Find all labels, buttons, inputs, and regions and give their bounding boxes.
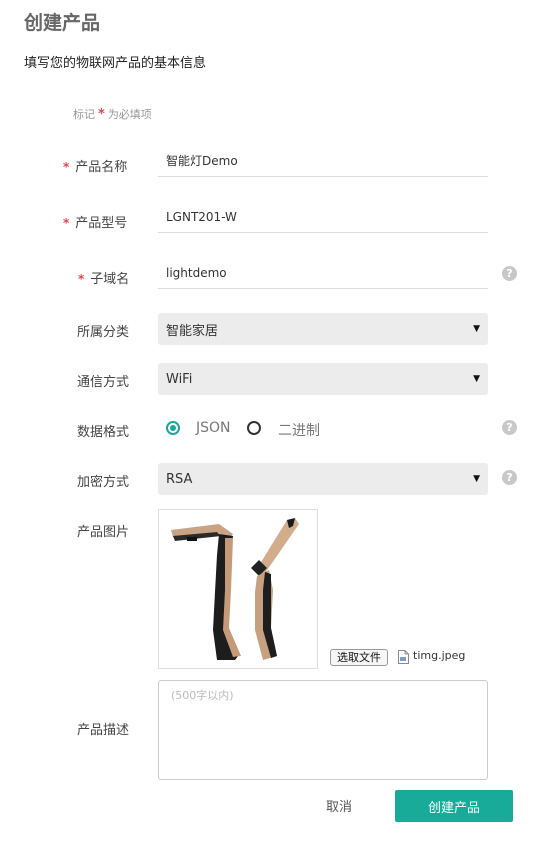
product-image-label: 产品图片: [77, 525, 130, 540]
required-star-icon: *: [78, 272, 85, 286]
communication-select[interactable]: WiFi ▼: [158, 363, 488, 395]
category-select[interactable]: 智能家居 ▼: [158, 313, 488, 345]
description-label: 产品描述: [77, 723, 130, 738]
caret-down-icon: ▼: [473, 324, 480, 334]
encryption-label: 加密方式: [77, 475, 130, 490]
radio-json-label[interactable]: JSON: [196, 420, 231, 436]
product-model-input[interactable]: [158, 201, 488, 233]
subdomain-label-text: 子域名: [90, 272, 130, 287]
required-note-suffix: 为必填项: [107, 108, 152, 121]
data-format-label: 数据格式: [77, 425, 130, 440]
category-label: 所属分类: [77, 325, 130, 340]
required-note-prefix: 标记: [73, 108, 95, 121]
create-product-button[interactable]: 创建产品: [395, 790, 513, 822]
encryption-selected-value: RSA: [166, 471, 193, 487]
page-subtitle: 填写您的物联网产品的基本信息: [24, 56, 207, 71]
selected-file-name: timg.jpeg: [413, 649, 466, 662]
choose-file-button[interactable]: 选取文件: [330, 649, 388, 666]
radio-binary[interactable]: [247, 421, 261, 435]
subdomain-input[interactable]: [158, 257, 488, 289]
subdomain-label: * 子域名: [78, 268, 129, 287]
communication-label: 通信方式: [77, 375, 130, 390]
radio-json[interactable]: [166, 421, 180, 435]
required-note: 标记 * 为必填项: [73, 106, 152, 122]
subdomain-help-icon[interactable]: ?: [502, 266, 517, 281]
caret-down-icon: ▼: [473, 474, 480, 484]
encryption-select[interactable]: RSA ▼: [158, 463, 488, 495]
product-name-label-text: 产品名称: [75, 160, 128, 175]
required-star-icon: *: [63, 160, 70, 174]
description-textarea[interactable]: [158, 680, 488, 780]
product-model-label-text: 产品型号: [75, 216, 128, 231]
desk-lamp-image: [171, 518, 299, 660]
category-selected-value: 智能家居: [166, 323, 219, 339]
cancel-button[interactable]: 取消: [326, 796, 352, 815]
caret-down-icon: ▼: [473, 374, 480, 384]
image-file-icon: [398, 650, 409, 664]
product-name-label: * 产品名称: [63, 156, 127, 175]
product-model-label: * 产品型号: [63, 212, 127, 231]
communication-selected-value: WiFi: [166, 371, 193, 387]
product-image-preview: [158, 509, 318, 669]
encryption-help-icon[interactable]: ?: [502, 470, 517, 485]
required-star-icon: *: [98, 107, 105, 122]
product-name-input[interactable]: [158, 145, 488, 177]
radio-binary-label[interactable]: 二进制: [278, 420, 320, 440]
page-title: 创建产品: [24, 12, 101, 34]
required-star-icon: *: [63, 216, 70, 230]
data-format-help-icon[interactable]: ?: [502, 420, 517, 435]
